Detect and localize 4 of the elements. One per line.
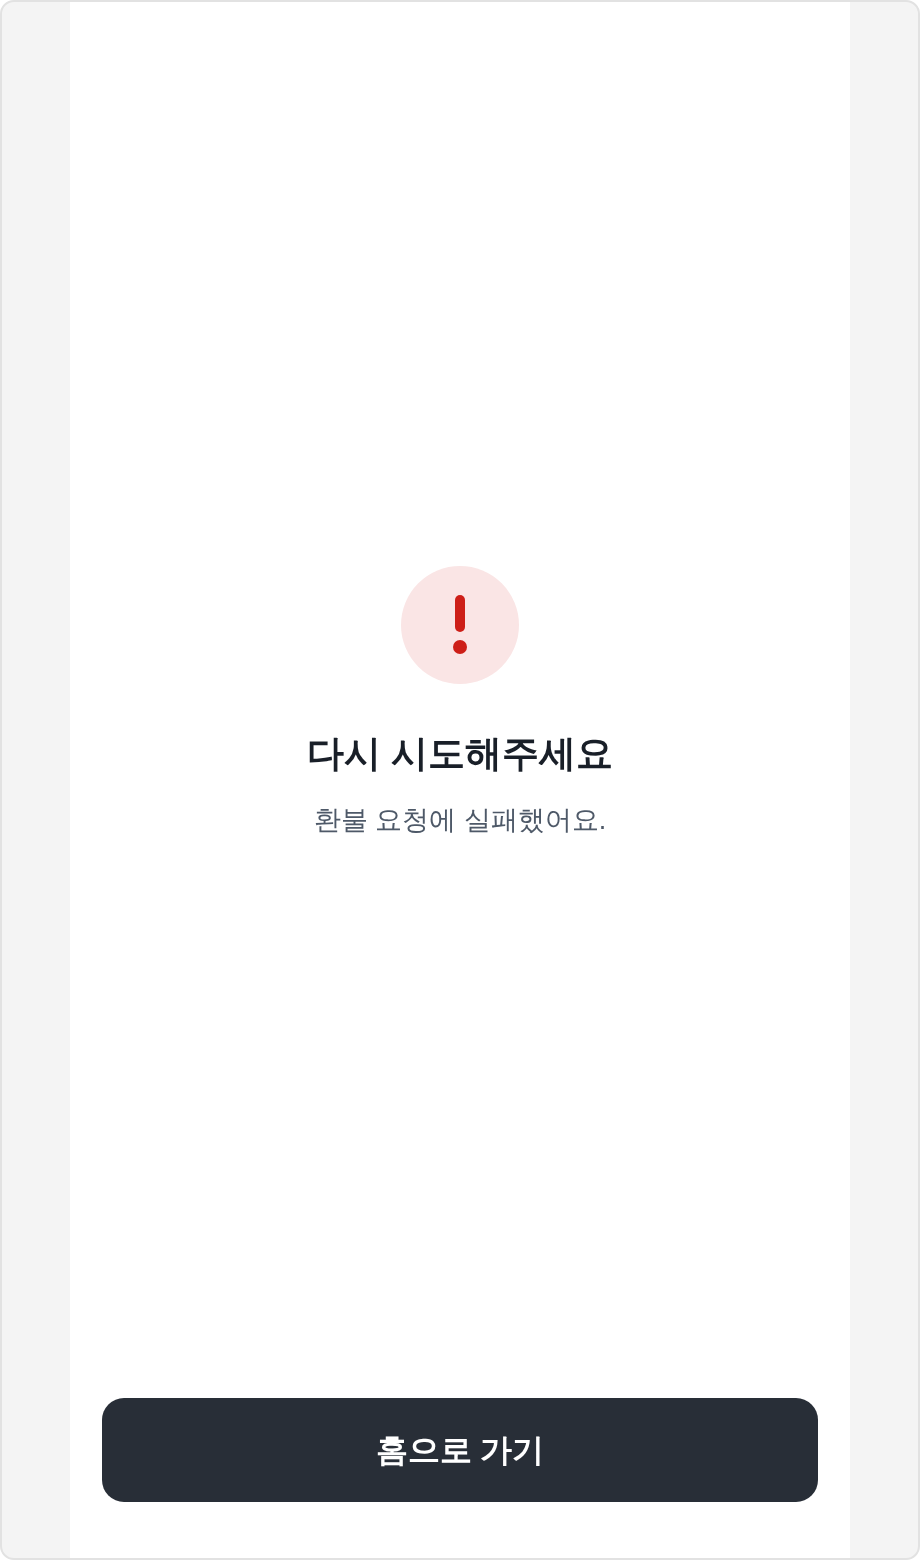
- home-button[interactable]: 홈으로 가기: [102, 1398, 818, 1502]
- result-message: 환불 요청에 실패했어요.: [313, 804, 607, 837]
- exclamation-icon: [401, 566, 519, 684]
- result-title: 다시 시도해주세요: [306, 732, 614, 776]
